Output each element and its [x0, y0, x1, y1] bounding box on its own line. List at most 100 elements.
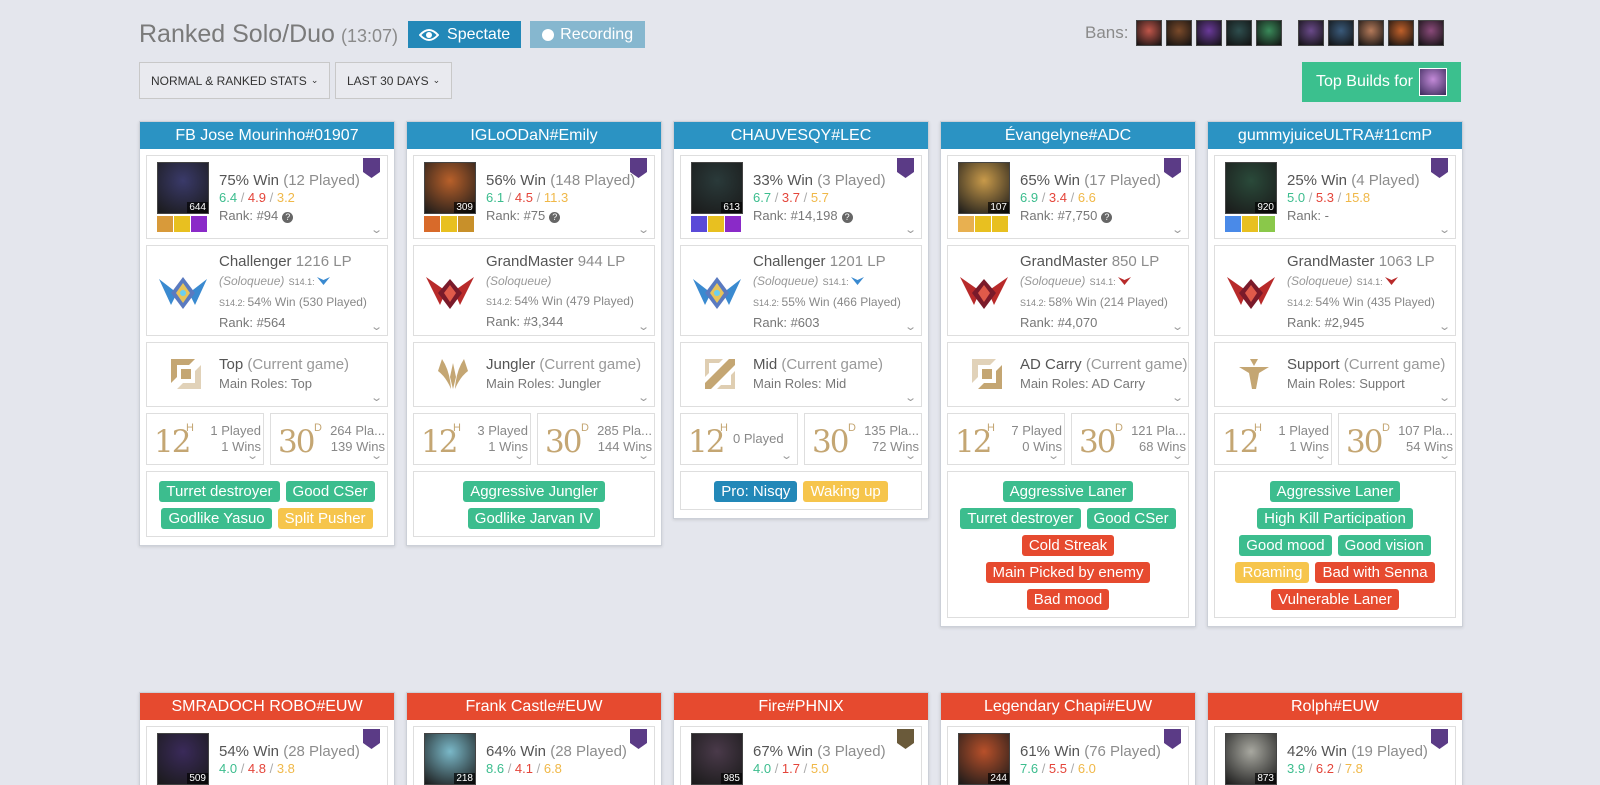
- chevron-down-icon[interactable]: ⌄: [1438, 391, 1451, 404]
- help-icon[interactable]: ?: [1101, 212, 1113, 223]
- last-30-days-panel[interactable]: 30 D 135 Pla... 72 Wins ⌄: [804, 413, 922, 465]
- chevron-down-icon[interactable]: ⌄: [1047, 449, 1060, 462]
- league-panel[interactable]: GrandMaster 1063 LP (Soloqueue) S14.1: S14…: [1214, 245, 1456, 336]
- player-name[interactable]: gummyjuiceULTRA#11cmP: [1208, 122, 1462, 149]
- last-12-hours-panel[interactable]: 12 H 1 Played 1 Wins ⌄: [1214, 413, 1332, 465]
- player-tag[interactable]: Good mood: [1239, 535, 1332, 556]
- chevron-down-icon[interactable]: ⌄: [1171, 223, 1184, 236]
- league-panel[interactable]: GrandMaster 850 LP (Soloqueue) S14.1: S14.…: [947, 245, 1189, 336]
- champion-stats-panel[interactable]: 218 64% Win (28 Played) 8.6 / 4.1 / 6.8: [413, 726, 655, 785]
- chevron-down-icon[interactable]: ⌄: [637, 449, 650, 462]
- chevron-down-icon[interactable]: ⌄: [780, 449, 793, 462]
- player-tag[interactable]: Bad mood: [1026, 589, 1110, 610]
- player-name[interactable]: Fire#PHNIX: [674, 693, 928, 720]
- role-panel[interactable]: Jungler (Current game) Main Roles: Jungle…: [413, 342, 655, 407]
- chevron-down-icon[interactable]: ⌄: [370, 223, 383, 236]
- chevron-down-icon[interactable]: ⌄: [1171, 391, 1184, 404]
- champion-stats-panel[interactable]: 107 65% Win (17 Played) 6.9 / 3.4 / 6.6 Ran…: [947, 155, 1189, 239]
- champion-stats-panel[interactable]: 509 54% Win (28 Played) 4.0 / 4.8 / 3.8: [146, 726, 388, 785]
- player-tag[interactable]: Good CSer: [285, 481, 375, 502]
- chevron-down-icon[interactable]: ⌄: [1171, 320, 1184, 333]
- player-name[interactable]: Rolph#EUW: [1208, 693, 1462, 720]
- player-name[interactable]: Évangelyne#ADC: [941, 122, 1195, 149]
- help-icon[interactable]: ?: [841, 212, 853, 223]
- chevron-down-icon[interactable]: ⌄: [637, 320, 650, 333]
- chevron-down-icon[interactable]: ⌄: [904, 320, 917, 333]
- player-tag[interactable]: Bad with Senna: [1315, 562, 1435, 583]
- champion-stats-panel[interactable]: 309 56% Win (148 Played) 6.1 / 4.5 / 11.3 R…: [413, 155, 655, 239]
- player-name[interactable]: Frank Castle#EUW: [407, 693, 661, 720]
- player-tag[interactable]: Good vision: [1337, 535, 1431, 556]
- player-tag[interactable]: Pro: Nisqy: [714, 481, 798, 502]
- period-filter-dropdown[interactable]: LAST 30 DAYS ⌄: [335, 62, 453, 99]
- champion-portrait: 613: [691, 162, 743, 214]
- champion-stats-panel[interactable]: 644 75% Win (12 Played) 6.4 / 4.9 / 3.2 Ran…: [146, 155, 388, 239]
- player-tag[interactable]: Aggressive Laner: [1269, 481, 1401, 502]
- chevron-down-icon[interactable]: ⌄: [904, 391, 917, 404]
- player-tag[interactable]: Main Picked by enemy: [985, 562, 1151, 583]
- last-30-days-panel[interactable]: 30 D 107 Pla... 54 Wins ⌄: [1338, 413, 1456, 465]
- league-panel[interactable]: Challenger 1216 LP (Soloqueue) S14.1: S14.…: [146, 245, 388, 336]
- chevron-down-icon[interactable]: ⌄: [904, 223, 917, 236]
- player-tag[interactable]: Waking up: [803, 481, 888, 502]
- top-builds-button[interactable]: Top Builds for: [1302, 62, 1461, 102]
- role-panel[interactable]: Top (Current game) Main Roles: Top ⌄: [146, 342, 388, 407]
- chevron-down-icon[interactable]: ⌄: [1438, 449, 1451, 462]
- stats-filter-dropdown[interactable]: NORMAL & RANKED STATS ⌄: [139, 62, 331, 99]
- recording-button[interactable]: Recording: [530, 21, 646, 48]
- player-tag[interactable]: Aggressive Laner: [1002, 481, 1134, 502]
- role-panel[interactable]: AD Carry (Current game) Main Roles: AD Ca…: [947, 342, 1189, 407]
- chevron-down-icon[interactable]: ⌄: [370, 449, 383, 462]
- last-12-hours-panel[interactable]: 12 H 3 Played 1 Wins ⌄: [413, 413, 531, 465]
- champion-stats-panel[interactable]: 873 42% Win (19 Played) 3.9 / 6.2 / 7.8: [1214, 726, 1456, 785]
- last-12-hours-panel[interactable]: 12 H 0 Played ⌄: [680, 413, 798, 465]
- help-icon[interactable]: ?: [282, 212, 294, 223]
- player-tag[interactable]: Turret destroyer: [960, 508, 1081, 529]
- chevron-down-icon[interactable]: ⌄: [637, 391, 650, 404]
- player-name[interactable]: IGLoODaN#Emily: [407, 122, 661, 149]
- player-name[interactable]: Legendary Chapi#EUW: [941, 693, 1195, 720]
- chevron-down-icon[interactable]: ⌄: [370, 391, 383, 404]
- banned-champion-icon: [1358, 20, 1385, 46]
- champion-stats-panel[interactable]: 613 33% Win (3 Played) 6.7 / 3.7 / 5.7 Rank…: [680, 155, 922, 239]
- chevron-down-icon[interactable]: ⌄: [370, 320, 383, 333]
- last-12-hours-panel[interactable]: 12 H 1 Played 1 Wins ⌄: [146, 413, 264, 465]
- player-tag[interactable]: Godlike Yasuo: [161, 508, 272, 529]
- player-tag[interactable]: Turret destroyer: [159, 481, 280, 502]
- league-panel[interactable]: Challenger 1201 LP (Soloqueue) S14.1: S14.…: [680, 245, 922, 336]
- league-tier: GrandMaster: [1020, 253, 1108, 270]
- player-tag[interactable]: Godlike Jarvan IV: [467, 508, 601, 529]
- player-tag[interactable]: Split Pusher: [277, 508, 373, 529]
- last-30-days-panel[interactable]: 30 D 264 Pla... 139 Wins ⌄: [270, 413, 388, 465]
- chevron-down-icon[interactable]: ⌄: [1171, 449, 1184, 462]
- chevron-down-icon[interactable]: ⌄: [1438, 223, 1451, 236]
- chevron-down-icon[interactable]: ⌄: [904, 449, 917, 462]
- spectate-button[interactable]: Spectate: [408, 21, 522, 48]
- role-panel[interactable]: Mid (Current game) Main Roles: Mid ⌄: [680, 342, 922, 407]
- player-tag[interactable]: Roaming: [1235, 562, 1310, 583]
- champion-stats-panel[interactable]: 244 61% Win (76 Played) 7.6 / 5.5 / 6.0: [947, 726, 1189, 785]
- chevron-down-icon[interactable]: ⌄: [637, 223, 650, 236]
- chevron-down-icon[interactable]: ⌄: [513, 449, 526, 462]
- chevron-down-icon[interactable]: ⌄: [246, 449, 259, 462]
- recent-history: 12 H 1 Played 1 Wins ⌄ 30 D 264 Pla... 139 Wins ⌄: [146, 413, 388, 465]
- help-icon[interactable]: ?: [549, 212, 561, 223]
- player-name[interactable]: CHAUVESQY#LEC: [674, 122, 928, 149]
- player-tag[interactable]: Good CSer: [1086, 508, 1176, 529]
- chevron-down-icon[interactable]: ⌄: [1314, 449, 1327, 462]
- chevron-down-icon[interactable]: ⌄: [1438, 320, 1451, 333]
- player-name[interactable]: FB Jose Mourinho#01907: [140, 122, 394, 149]
- player-tag[interactable]: High Kill Participation: [1257, 508, 1413, 529]
- player-name[interactable]: SMRADOCH ROBO#EUW: [140, 693, 394, 720]
- last-30-days-panel[interactable]: 30 D 285 Pla... 144 Wins ⌄: [537, 413, 655, 465]
- player-tag[interactable]: Aggressive Jungler: [463, 481, 605, 502]
- bans-bar: Bans:: [1085, 20, 1448, 46]
- champion-stats-panel[interactable]: 920 25% Win (4 Played) 5.0 / 5.3 / 15.8 Ran…: [1214, 155, 1456, 239]
- last-30-days-panel[interactable]: 30 D 121 Pla... 68 Wins ⌄: [1071, 413, 1189, 465]
- champion-stats-panel[interactable]: 985 67% Win (3 Played) 4.0 / 1.7 / 5.0: [680, 726, 922, 785]
- player-tag[interactable]: Cold Streak: [1021, 535, 1115, 556]
- league-panel[interactable]: GrandMaster 944 LP (Soloqueue) S14.2: 54% …: [413, 245, 655, 336]
- role-panel[interactable]: Support (Current game) Main Roles: Suppor…: [1214, 342, 1456, 407]
- player-tag[interactable]: Vulnerable Laner: [1271, 589, 1399, 610]
- last-12-hours-panel[interactable]: 12 H 7 Played 0 Wins ⌄: [947, 413, 1065, 465]
